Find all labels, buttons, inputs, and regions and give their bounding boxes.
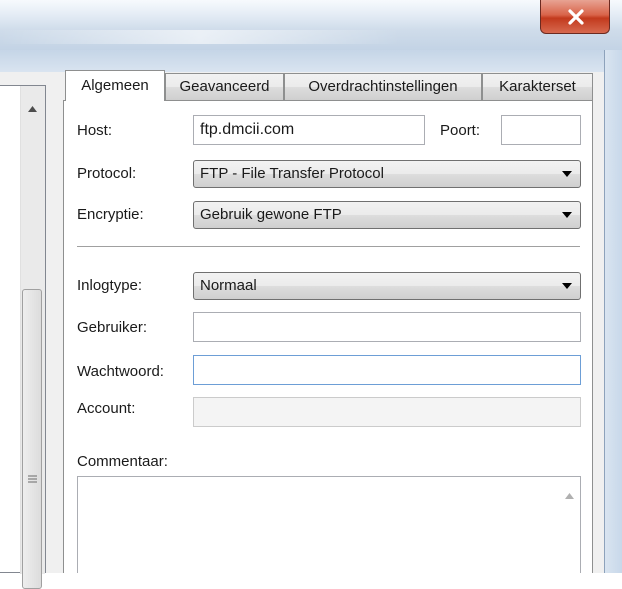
port-input[interactable] — [501, 115, 581, 145]
tab-overdrachtinstellingen[interactable]: Overdrachtinstellingen — [284, 73, 482, 100]
host-input[interactable]: ftp.dmcii.com — [193, 115, 425, 145]
title-bar-highlight — [0, 30, 400, 44]
site-tree-scrollbar[interactable] — [20, 86, 45, 589]
chevron-down-icon — [562, 212, 572, 218]
window-frame-right — [604, 50, 622, 573]
chevron-down-icon — [562, 171, 572, 177]
account-label: Account: — [77, 400, 136, 417]
scroll-up-arrow-icon[interactable] — [28, 106, 37, 112]
port-label: Poort: — [440, 122, 481, 139]
window-title-bar — [0, 0, 622, 50]
account-input — [193, 397, 581, 427]
logontype-select-value: Normaal — [200, 277, 257, 294]
logontype-select[interactable]: Normaal — [193, 272, 581, 300]
comments-label: Commentaar: — [77, 453, 168, 470]
tab-geavanceerd[interactable]: Geavanceerd — [165, 73, 284, 100]
window-frame-top — [0, 50, 622, 72]
tab-algemeen[interactable]: Algemeen — [65, 70, 165, 101]
scroll-up-arrow-icon[interactable] — [565, 493, 574, 499]
protocol-label: Protocol: — [77, 165, 137, 182]
password-label: Wachtwoord: — [77, 363, 164, 380]
password-input[interactable] — [193, 355, 581, 385]
chevron-down-icon — [562, 283, 572, 289]
comments-textarea[interactable] — [77, 476, 581, 573]
section-divider — [77, 246, 580, 248]
site-tree-panel[interactable] — [0, 85, 46, 589]
protocol-select-value: FTP - File Transfer Protocol — [200, 165, 384, 182]
encryption-select[interactable]: Gebruik gewone FTP — [193, 201, 581, 229]
scroll-grip-icon — [28, 475, 37, 483]
tab-karakterset[interactable]: Karakterset — [482, 73, 593, 100]
user-label: Gebruiker: — [77, 319, 148, 336]
encryption-label: Encryptie: — [77, 206, 144, 223]
close-x-icon — [568, 9, 584, 25]
scroll-thumb[interactable] — [22, 289, 42, 589]
encryption-select-value: Gebruik gewone FTP — [200, 206, 342, 223]
protocol-select[interactable]: FTP - File Transfer Protocol — [193, 160, 581, 188]
logontype-label: Inlogtype: — [77, 277, 143, 294]
user-input[interactable] — [193, 312, 581, 342]
host-label: Host: — [77, 122, 113, 139]
window-close-button[interactable] — [540, 0, 610, 34]
